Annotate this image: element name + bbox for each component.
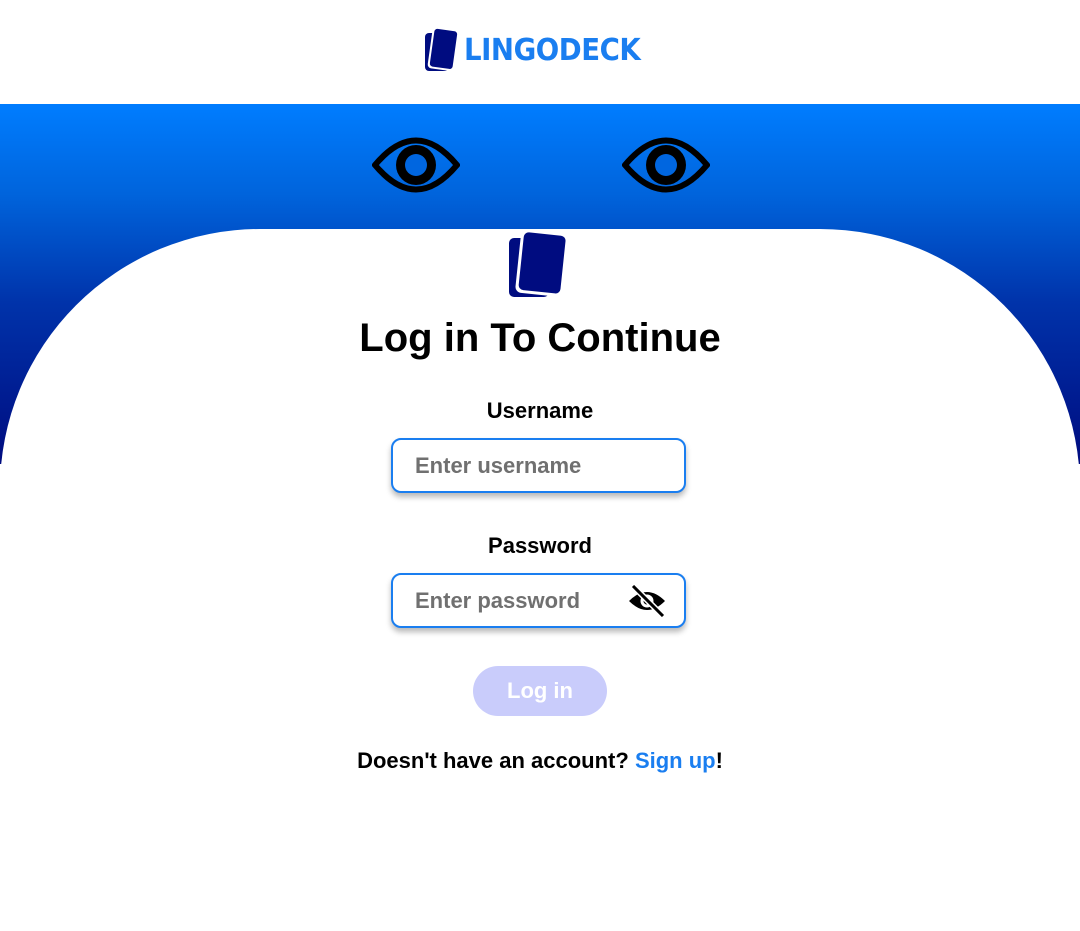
brand[interactable]: LINGODECK bbox=[424, 26, 656, 74]
signup-prompt: Doesn't have an account? Sign up! bbox=[0, 748, 1080, 774]
password-input[interactable] bbox=[415, 575, 625, 626]
username-input[interactable] bbox=[415, 440, 625, 491]
cards-logo-icon bbox=[509, 231, 569, 297]
top-header: LINGODECK bbox=[0, 0, 1080, 104]
username-label: Username bbox=[486, 398, 594, 423]
eye-icon bbox=[372, 137, 460, 193]
password-field[interactable] bbox=[391, 573, 686, 628]
signup-suffix: ! bbox=[715, 748, 723, 773]
eye-slash-icon[interactable] bbox=[627, 585, 667, 617]
eye-icon bbox=[622, 137, 710, 193]
password-label: Password bbox=[488, 533, 592, 558]
page-title: Log in To Continue bbox=[359, 316, 721, 360]
username-field[interactable] bbox=[391, 438, 686, 493]
login-button[interactable]: Log in bbox=[473, 666, 607, 716]
signup-prompt-text: Doesn't have an account? bbox=[357, 748, 635, 773]
cards-logo-icon bbox=[425, 26, 460, 72]
login-page: LINGODECK Log in To Continue Username Pa… bbox=[0, 0, 1080, 931]
brand-name: LINGODECK bbox=[464, 32, 641, 68]
signup-link[interactable]: Sign up bbox=[635, 748, 716, 773]
